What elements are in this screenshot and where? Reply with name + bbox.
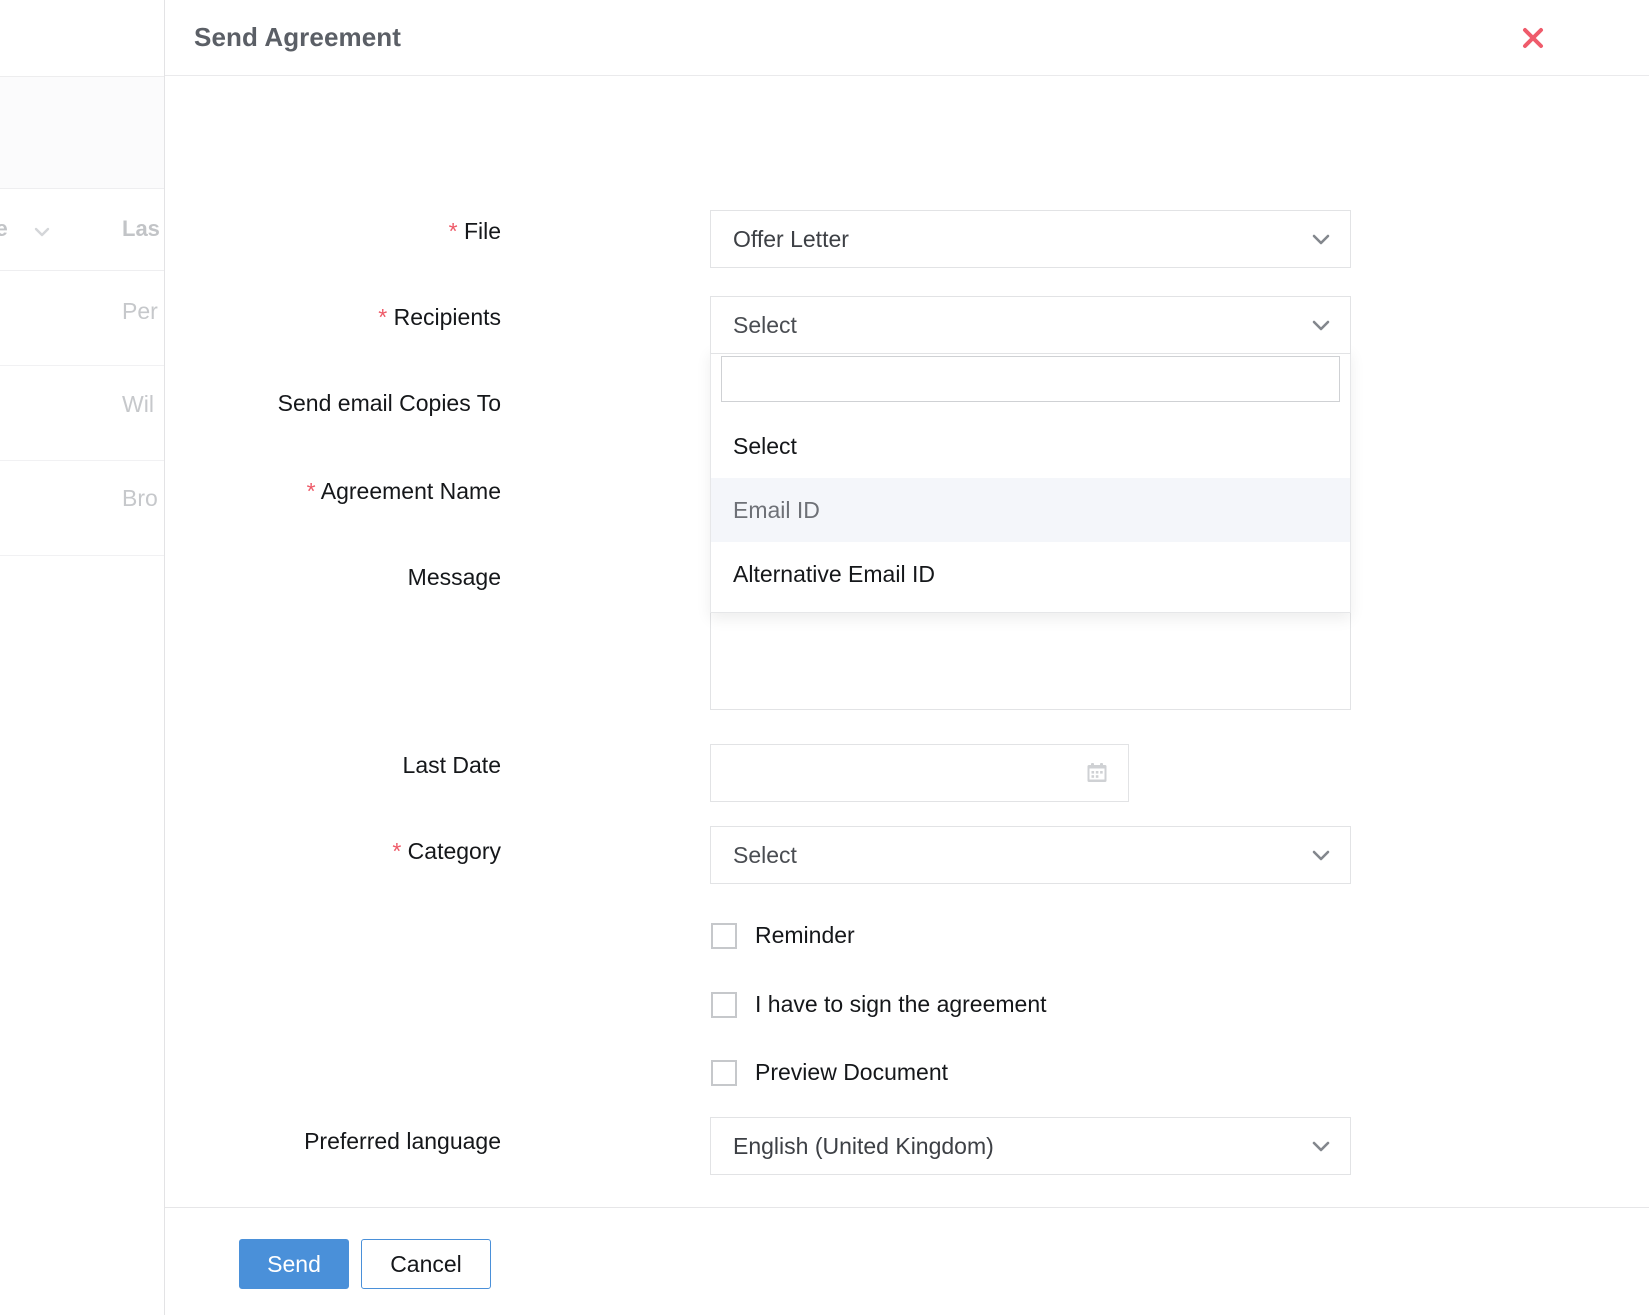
preferred-language-value: English (United Kingdom)	[733, 1133, 994, 1160]
send-button[interactable]: Send	[239, 1239, 349, 1289]
chevron-down-icon	[1310, 1135, 1332, 1157]
category-select[interactable]: Select	[710, 826, 1351, 884]
cancel-button[interactable]: Cancel	[361, 1239, 491, 1289]
close-icon[interactable]	[1515, 20, 1551, 56]
file-select[interactable]: Offer Letter	[710, 210, 1351, 268]
recipients-option-select[interactable]: Select	[711, 414, 1350, 478]
calendar-icon	[1084, 760, 1110, 786]
recipients-search-input[interactable]	[721, 356, 1340, 402]
recipients-select-value: Select	[733, 312, 797, 339]
preview-document-label: Preview Document	[755, 1059, 948, 1086]
modal-footer: Send Cancel	[165, 1207, 1649, 1315]
required-asterisk-file: *	[449, 218, 458, 244]
field-label-last-date: Last Date	[41, 752, 501, 779]
recipients-dropdown-panel: Select Email ID Alternative Email ID	[710, 348, 1351, 613]
checkbox-row-preview-document[interactable]: Preview Document	[711, 1059, 948, 1086]
chevron-down-icon	[1310, 314, 1332, 336]
field-label-message: Message	[41, 564, 501, 591]
field-label-file: * File	[41, 218, 501, 245]
recipients-option-email-id[interactable]: Email ID	[711, 478, 1350, 542]
checkbox-row-sign-agreement[interactable]: I have to sign the agreement	[711, 991, 1047, 1018]
file-select-value: Offer Letter	[733, 226, 849, 253]
last-date-input[interactable]	[710, 744, 1129, 802]
page-title: Send Agreement	[194, 22, 401, 53]
reminder-label: Reminder	[755, 922, 855, 949]
modal-body: * File Offer Letter * Recipients Select	[165, 76, 1649, 1207]
chevron-down-icon	[1310, 228, 1332, 250]
required-asterisk-category: *	[392, 838, 401, 864]
category-select-value: Select	[733, 842, 797, 869]
column-header-name[interactable]: ne	[0, 216, 8, 242]
screen: ectory ne Las Per Wil Bro Send Agreement	[0, 0, 1649, 1315]
required-asterisk-recipients: *	[378, 304, 387, 330]
field-label-preferred-language: Preferred language	[41, 1128, 501, 1155]
field-label-recipients: * Recipients	[41, 304, 501, 331]
recipients-select[interactable]: Select	[710, 296, 1351, 354]
required-asterisk-agreement-name: *	[307, 478, 316, 504]
chevron-down-icon	[1310, 844, 1332, 866]
field-label-send-email-copies-to: Send email Copies To	[41, 390, 501, 417]
background-filter-panel	[0, 77, 165, 188]
recipients-dropdown-search-wrap	[711, 348, 1350, 414]
preferred-language-select[interactable]: English (United Kingdom)	[710, 1117, 1351, 1175]
sign-agreement-checkbox[interactable]	[711, 992, 737, 1018]
checkbox-row-reminder[interactable]: Reminder	[711, 922, 855, 949]
reminder-checkbox[interactable]	[711, 923, 737, 949]
sign-agreement-label: I have to sign the agreement	[755, 991, 1047, 1018]
preview-document-checkbox[interactable]	[711, 1060, 737, 1086]
send-agreement-modal: Send Agreement * File Offer Letter * Rec…	[164, 0, 1649, 1315]
field-label-category: * Category	[41, 838, 501, 865]
modal-header: Send Agreement	[165, 0, 1649, 76]
field-label-agreement-name: * Agreement Name	[41, 478, 501, 505]
recipients-option-alternative-email-id[interactable]: Alternative Email ID	[711, 542, 1350, 606]
